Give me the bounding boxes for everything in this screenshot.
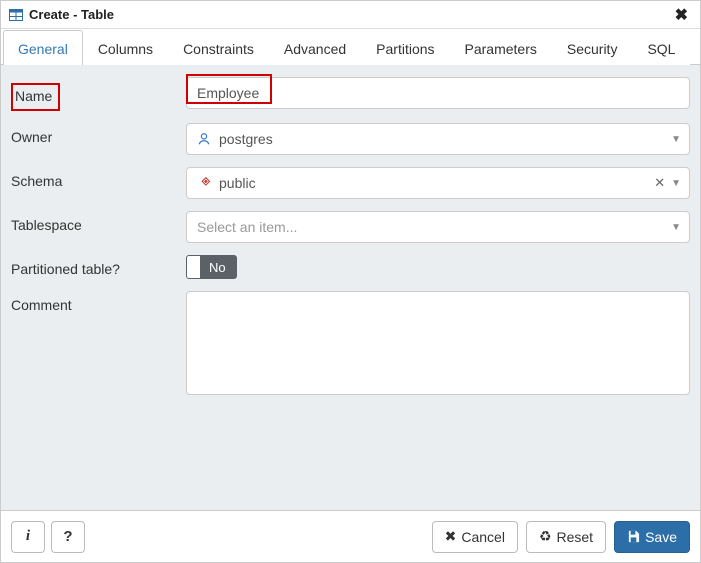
reset-label: Reset xyxy=(557,529,594,545)
tab-advanced[interactable]: Advanced xyxy=(269,30,361,65)
schema-icon xyxy=(197,176,213,190)
toggle-knob xyxy=(187,256,201,278)
cancel-button[interactable]: ✖ Cancel xyxy=(432,521,518,553)
tab-general[interactable]: General xyxy=(3,30,83,65)
save-label: Save xyxy=(645,529,677,545)
tablespace-label: Tablespace xyxy=(11,211,186,233)
recycle-icon: ♻ xyxy=(539,528,552,545)
close-icon[interactable]: ✖ xyxy=(671,5,692,25)
help-button[interactable]: ? xyxy=(51,521,85,553)
partitioned-label: Partitioned table? xyxy=(11,255,186,277)
save-button[interactable]: Save xyxy=(614,521,690,553)
chevron-down-icon: ▼ xyxy=(671,222,681,233)
comment-label: Comment xyxy=(11,291,186,313)
partitioned-toggle[interactable]: No xyxy=(186,255,237,279)
tab-parameters[interactable]: Parameters xyxy=(450,30,552,65)
name-label: Name xyxy=(11,83,60,111)
user-icon xyxy=(197,132,213,146)
owner-value: postgres xyxy=(219,131,273,147)
tablespace-select[interactable]: Select an item... ▼ xyxy=(186,211,690,243)
owner-label: Owner xyxy=(11,123,186,145)
toggle-value: No xyxy=(201,260,236,275)
tablespace-placeholder: Select an item... xyxy=(197,219,297,235)
tab-partitions[interactable]: Partitions xyxy=(361,30,449,65)
save-icon xyxy=(627,530,640,543)
schema-label: Schema xyxy=(11,167,186,189)
create-table-dialog: Create - Table ✖ General Columns Constra… xyxy=(0,0,701,563)
schema-value: public xyxy=(219,175,256,191)
tab-panel-general: Name Owner postgres ▼ xyxy=(1,65,700,510)
tab-security[interactable]: Security xyxy=(552,30,633,65)
tab-bar: General Columns Constraints Advanced Par… xyxy=(1,29,700,65)
dialog-footer: i ? ✖ Cancel ♻ Reset Save xyxy=(1,510,700,562)
info-button[interactable]: i xyxy=(11,521,45,553)
name-input[interactable] xyxy=(186,77,690,109)
reset-button[interactable]: ♻ Reset xyxy=(526,521,606,553)
dialog-title: Create - Table xyxy=(29,7,114,22)
name-label-wrap: Name xyxy=(11,77,186,111)
comment-textarea[interactable] xyxy=(186,291,690,395)
clear-icon[interactable]: ✕ xyxy=(648,175,671,191)
tab-constraints[interactable]: Constraints xyxy=(168,30,269,65)
close-icon: ✖ xyxy=(445,528,457,545)
chevron-down-icon: ▼ xyxy=(671,134,681,145)
titlebar: Create - Table ✖ xyxy=(1,1,700,29)
info-icon: i xyxy=(26,528,30,545)
chevron-down-icon: ▼ xyxy=(671,178,681,189)
schema-select[interactable]: public ✕ ▼ xyxy=(186,167,690,199)
tab-columns[interactable]: Columns xyxy=(83,30,168,65)
cancel-label: Cancel xyxy=(461,529,505,545)
table-icon xyxy=(9,9,23,21)
tab-sql[interactable]: SQL xyxy=(632,30,690,65)
owner-select[interactable]: postgres ▼ xyxy=(186,123,690,155)
help-icon: ? xyxy=(63,528,72,545)
